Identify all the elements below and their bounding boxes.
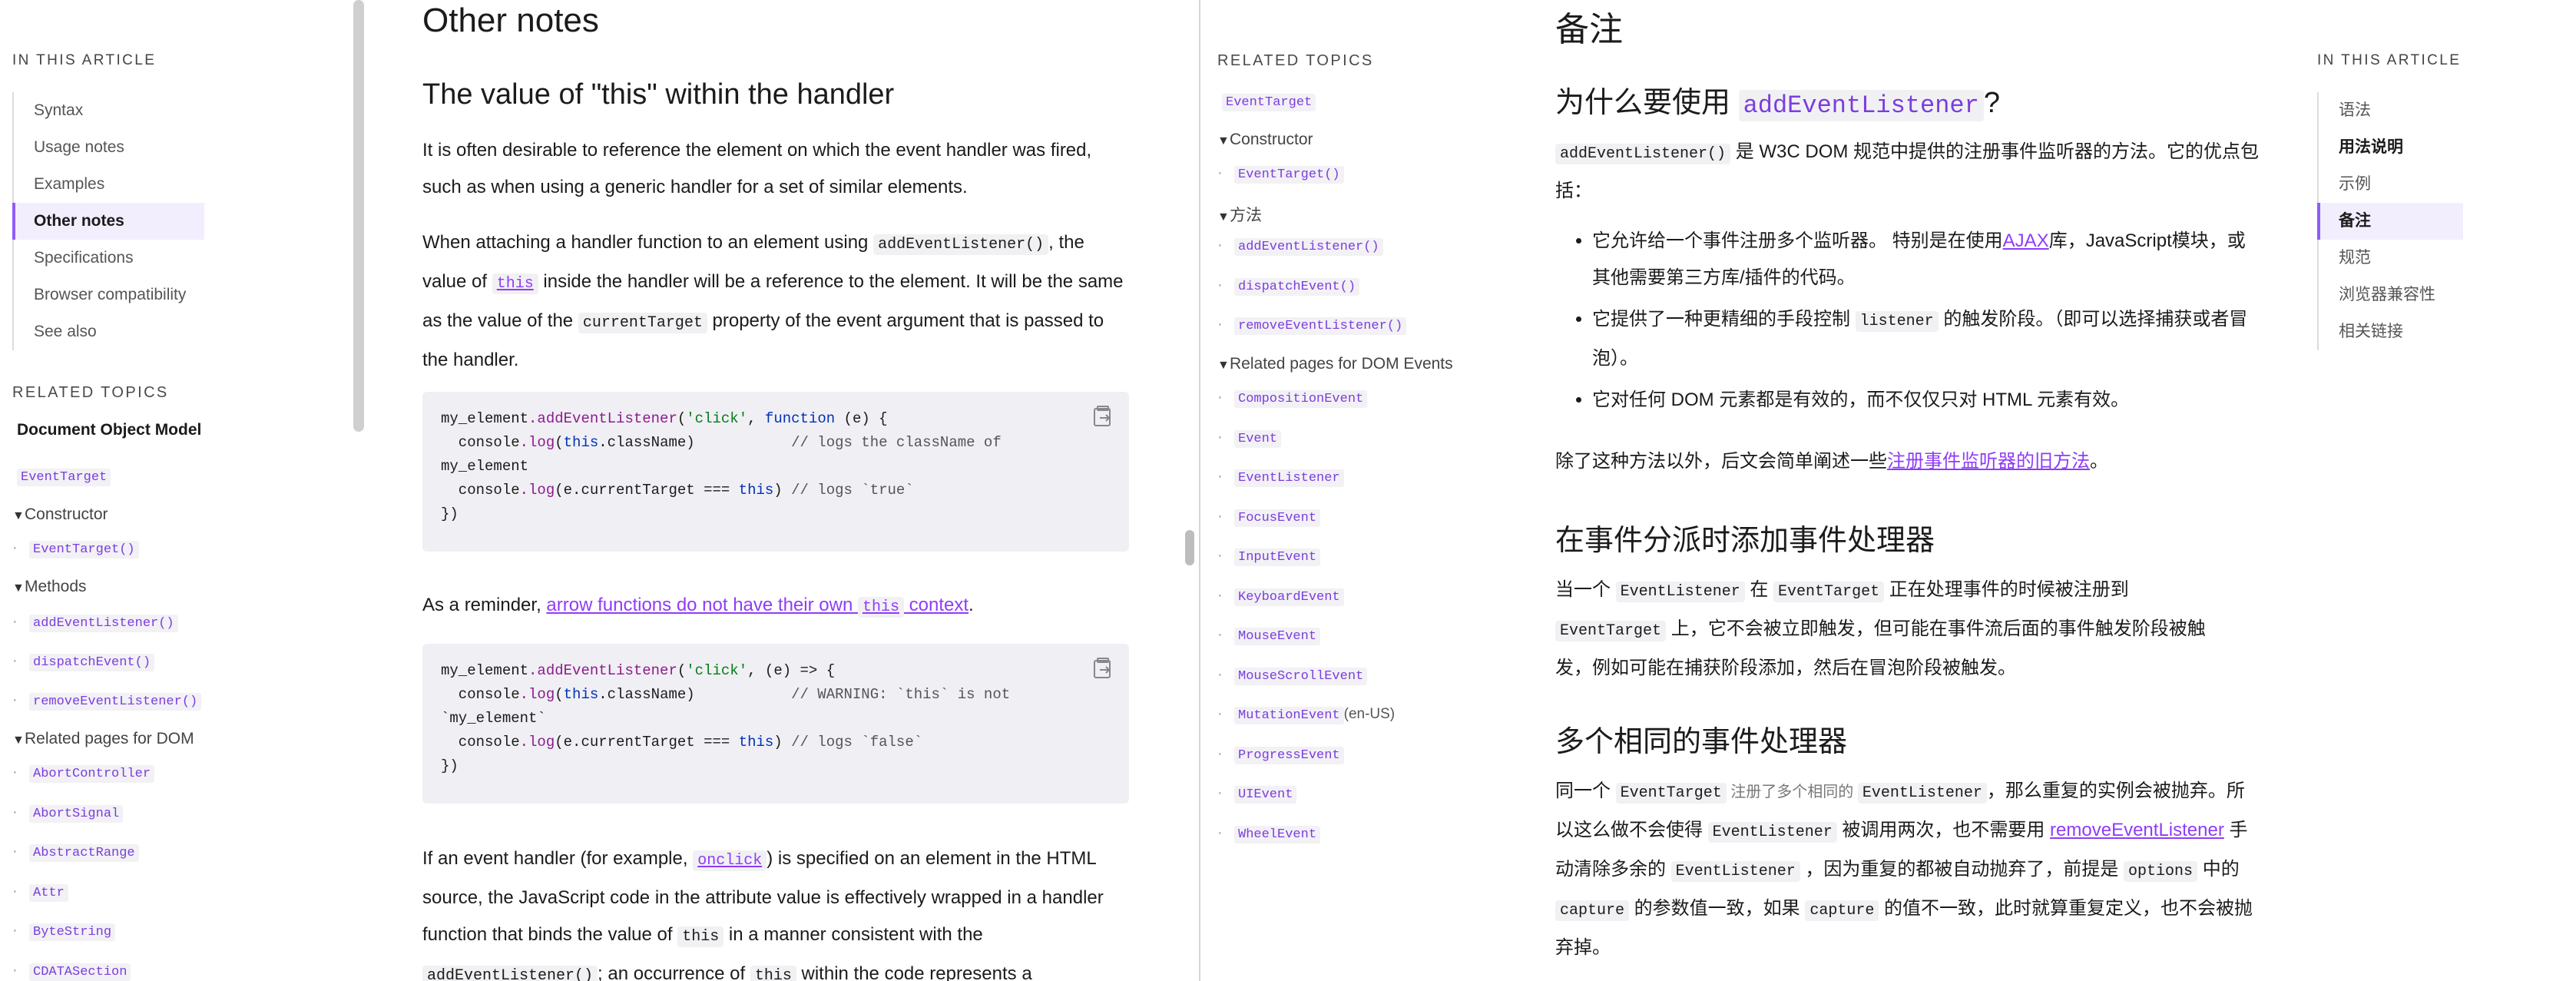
chinese-pane: Related topics EventTarget ▼Constructor … [1200, 0, 2576, 981]
ajax-link[interactable]: AJAX [2003, 230, 2049, 251]
code-block[interactable]: my_element.addEventListener('click', fun… [422, 392, 1129, 552]
related-pages-toggle[interactable]: ▼Related pages for DOM [12, 730, 194, 748]
arrow-functions-link[interactable]: arrow functions do not have their own th… [546, 595, 968, 618]
triangle-down-icon: ▼ [12, 582, 25, 595]
related-page-item[interactable]: · UIEvent [1217, 784, 1297, 804]
related-page-item[interactable]: · Attr [12, 883, 68, 902]
subsection-title: 在事件分派时添加事件处理器 [1555, 525, 1935, 557]
toc-item-examples[interactable]: 示例 [2319, 166, 2463, 203]
related-page-item[interactable]: · ProgressEvent [1217, 745, 1344, 764]
related-page-item[interactable]: · CompositionEvent [1217, 389, 1368, 408]
toc-heading: In this article [2317, 52, 2462, 68]
list-item: 它提供了一种更精细的手段控制 listener 的触发阶段。（即可以选择捕获或者… [1592, 301, 2262, 377]
toc-item-see-also[interactable]: 相关链接 [2319, 313, 2463, 350]
related-page-item[interactable]: · MutationEvent (en-US) [1217, 705, 1395, 724]
triangle-down-icon: ▼ [12, 509, 25, 522]
toc-item-usage-notes[interactable]: 用法说明 [2319, 129, 2463, 166]
triangle-down-icon: ▼ [1217, 359, 1230, 372]
related-constructor-toggle[interactable]: ▼Constructor [12, 505, 108, 524]
related-page-item[interactable]: · FocusEvent [1217, 508, 1321, 527]
remove-event-listener-link[interactable]: removeEventListener [2050, 820, 2224, 840]
paragraph: addEventListener() 是 W3C DOM 规范中提供的注册事件监… [1555, 141, 2260, 201]
related-eventtarget-link[interactable]: EventTarget [1222, 92, 1316, 111]
related-page-item[interactable]: · AbortController [12, 764, 155, 783]
related-page-item[interactable]: · MouseEvent [1217, 626, 1321, 645]
this-link[interactable]: this [492, 271, 538, 294]
related-topics-heading: Related topics [12, 384, 169, 401]
split-handle[interactable] [1185, 530, 1194, 565]
related-method-item[interactable]: · addEventListener() [12, 613, 178, 632]
related-methods-toggle[interactable]: ▼方法 [1217, 203, 1262, 226]
related-constructor-toggle[interactable]: ▼Constructor [1217, 131, 1313, 149]
paragraph: If an event handler (for example, onclic… [422, 840, 1129, 981]
related-page-item[interactable]: · MouseScrollEvent [1217, 666, 1368, 685]
onclick-link[interactable]: onclick [693, 848, 767, 871]
related-methods-toggle[interactable]: ▼Methods [12, 578, 87, 596]
toc-item-syntax[interactable]: 语法 [2319, 92, 2463, 129]
related-page-item[interactable]: · CDATASection [12, 962, 131, 981]
toc-sidebar: In this article 语法 用法说明 示例 备注 规范 浏览器兼容性 … [2317, 52, 2463, 350]
paragraph: As a reminder, arrow functions do not ha… [422, 595, 974, 618]
toc-item-specifications[interactable]: 规范 [2319, 240, 2463, 277]
related-eventtarget-link[interactable]: EventTarget [17, 467, 111, 486]
related-method-item[interactable]: · dispatchEvent() [12, 652, 155, 671]
paragraph: When attaching a handler function to an … [422, 232, 1124, 370]
related-page-item[interactable]: · InputEvent [1217, 547, 1321, 566]
paragraph: It is often desirable to reference the e… [422, 140, 1092, 197]
related-method-item[interactable]: · removeEventListener() [12, 691, 202, 711]
related-page-item[interactable]: · Event [1217, 429, 1282, 448]
related-method-item[interactable]: · removeEventListener() [1217, 316, 1407, 335]
copy-icon[interactable] [1092, 656, 1114, 679]
toc-item-browser-compatibility[interactable]: 浏览器兼容性 [2319, 277, 2463, 313]
related-constructor-item[interactable]: · EventTarget() [12, 539, 139, 558]
english-pane: In this article Syntax Usage notes Examp… [0, 0, 1199, 981]
toc-item-notes[interactable]: 备注 [2317, 203, 2463, 240]
related-topics-sidebar: Related topics EventTarget ▼Constructor … [1217, 0, 1525, 981]
related-page-item[interactable]: · EventListener [1217, 468, 1344, 487]
related-page-item[interactable]: · AbortSignal [12, 804, 124, 823]
related-root-link[interactable]: Document Object Model [17, 421, 201, 439]
copy-icon[interactable] [1092, 404, 1114, 427]
triangle-down-icon: ▼ [12, 734, 25, 747]
related-pages-toggle[interactable]: ▼Related pages for DOM Events [1217, 355, 1453, 373]
subsection-title: The value of "this" within the handler [422, 78, 895, 111]
triangle-down-icon: ▼ [1217, 210, 1230, 224]
related-topics-heading: Related topics [1217, 52, 1374, 69]
section-title: Other notes [422, 2, 599, 39]
related-method-item[interactable]: · addEventListener() [1217, 237, 1383, 256]
list-item: 它允许给一个事件注册多个监听器。 特别是在使用AJAX库，JavaScript模… [1592, 223, 2262, 297]
related-constructor-item[interactable]: · EventTarget() [1217, 164, 1344, 184]
related-page-item[interactable]: · ByteString [12, 922, 116, 941]
paragraph: 除了这种方法以外，后文会简单阐述一些注册事件监听器的旧方法。 [1555, 451, 2108, 472]
paragraph: 当一个 EventListener 在 EventTarget 正在处理事件的时… [1555, 579, 2206, 678]
subsection-title: 为什么要使用 addEventListener? [1555, 87, 2000, 121]
paragraph: 同一个 EventTarget 注册了多个相同的 EventListener ，那… [1555, 780, 2253, 958]
toc-list: 语法 用法说明 示例 备注 规范 浏览器兼容性 相关链接 [2317, 92, 2463, 350]
section-title: 备注 [1555, 11, 1623, 48]
triangle-down-icon: ▼ [1217, 134, 1230, 147]
related-page-item[interactable]: · KeyboardEvent [1217, 587, 1344, 606]
advantages-list: 它允许给一个事件注册多个监听器。 特别是在使用AJAX库，JavaScript模… [1555, 223, 2262, 423]
old-methods-link[interactable]: 注册事件监听器的旧方法 [1887, 451, 2090, 472]
related-topics-sidebar: Related topics Document Object Model Eve… [12, 0, 335, 981]
related-page-item[interactable]: · WheelEvent [1217, 824, 1321, 843]
sidebar-scrollbar[interactable] [353, 0, 364, 432]
list-item: 它对任何 DOM 元素都是有效的，而不仅仅只对 HTML 元素有效。 [1592, 382, 2262, 419]
related-page-item[interactable]: · AbstractRange [12, 843, 139, 862]
subsection-title: 多个相同的事件处理器 [1555, 726, 1848, 758]
related-method-item[interactable]: · dispatchEvent() [1217, 277, 1360, 296]
code-block[interactable]: my_element.addEventListener('click', (e)… [422, 644, 1129, 804]
